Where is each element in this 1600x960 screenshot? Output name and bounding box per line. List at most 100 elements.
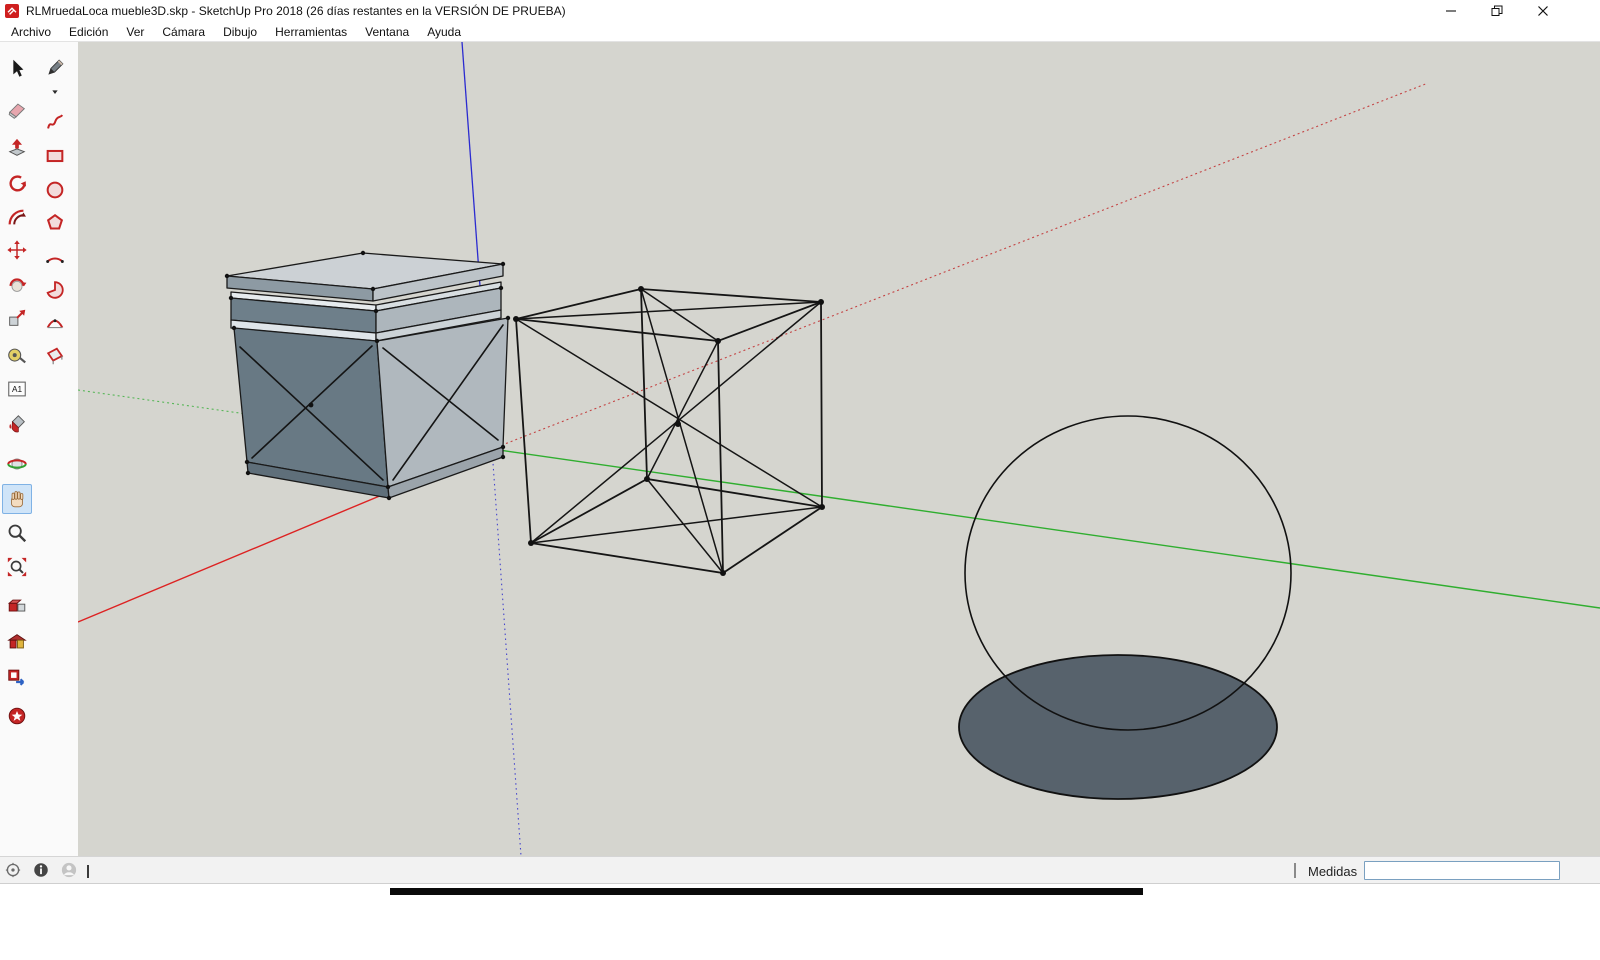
minimize-icon-glyph bbox=[1445, 5, 1457, 17]
minimize-button[interactable] bbox=[1428, 0, 1474, 22]
pushpull-tool[interactable] bbox=[2, 133, 32, 163]
menu-herramientas[interactable]: Herramientas bbox=[266, 23, 356, 41]
zoom-tool[interactable] bbox=[2, 518, 32, 548]
extension-warehouse-tool-glyph bbox=[6, 705, 28, 727]
status-caret bbox=[87, 865, 89, 878]
text-tool[interactable]: A1 bbox=[2, 374, 32, 404]
signin-icon-glyph bbox=[60, 861, 78, 879]
zoom-tool-glyph bbox=[6, 522, 28, 544]
circle-tool[interactable] bbox=[40, 175, 70, 205]
pan-tool-glyph bbox=[6, 488, 28, 510]
sketchup-logo-icon bbox=[4, 3, 20, 19]
send-to-layout-tool-glyph bbox=[6, 666, 28, 688]
line-tool-dropdown[interactable] bbox=[47, 87, 63, 97]
viewport-3d[interactable] bbox=[78, 42, 1600, 856]
window-title: RLMruedaLoca mueble3D.skp - SketchUp Pro… bbox=[26, 4, 566, 18]
blue-axis-dotted bbox=[492, 449, 521, 856]
polygon-tool-glyph bbox=[44, 212, 66, 234]
info-icon[interactable] bbox=[32, 861, 52, 881]
rotate-tool-glyph bbox=[6, 274, 28, 296]
section-plane-tool-glyph bbox=[44, 345, 66, 367]
text-tool-glyph: A1 bbox=[6, 378, 28, 400]
paint-bucket-tool-glyph bbox=[6, 413, 28, 435]
info-icon-glyph bbox=[32, 861, 50, 879]
orbit-tool-glyph bbox=[6, 453, 28, 475]
two-point-arc-tool-glyph bbox=[44, 312, 66, 334]
red-axis-dotted bbox=[492, 83, 1428, 449]
menu-dibujo[interactable]: Dibujo bbox=[214, 23, 266, 41]
freehand-tool[interactable] bbox=[40, 107, 70, 137]
menu-ayuda[interactable]: Ayuda bbox=[418, 23, 470, 41]
orbit-tool[interactable] bbox=[2, 449, 32, 479]
tool-panel: A1 bbox=[0, 42, 78, 856]
arc-tool[interactable] bbox=[40, 241, 70, 271]
zoom-extents-tool-glyph bbox=[6, 556, 28, 578]
tape-measure-tool[interactable] bbox=[2, 341, 32, 371]
rectangle-tool-glyph bbox=[44, 145, 66, 167]
window-controls bbox=[1428, 0, 1566, 22]
move-tool[interactable] bbox=[2, 235, 32, 265]
shadow-ellipse[interactable] bbox=[959, 655, 1277, 799]
geolocation-icon[interactable] bbox=[4, 861, 24, 881]
move-tool-glyph bbox=[6, 239, 28, 261]
title-bar: RLMruedaLoca mueble3D.skp - SketchUp Pro… bbox=[0, 0, 1600, 22]
line-tool-dropdown-glyph bbox=[48, 88, 62, 96]
close-icon-glyph bbox=[1537, 5, 1549, 17]
menu-edicion[interactable]: Edición bbox=[60, 23, 117, 41]
restore-icon-glyph bbox=[1491, 5, 1503, 17]
rotate-tool[interactable] bbox=[2, 270, 32, 300]
menubar: ArchivoEdiciónVerCámaraDibujoHerramienta… bbox=[0, 22, 1600, 42]
polygon-tool[interactable] bbox=[40, 208, 70, 238]
followme-tool-glyph bbox=[6, 173, 28, 195]
cube-vertex-dots bbox=[513, 286, 825, 576]
svg-text:A1: A1 bbox=[12, 385, 23, 394]
arc-tool-glyph bbox=[44, 245, 66, 267]
scale-tool[interactable] bbox=[2, 303, 32, 333]
green-axis bbox=[492, 449, 1600, 608]
geolocation-icon-glyph bbox=[4, 861, 22, 879]
send-to-layout-tool[interactable] bbox=[2, 662, 32, 692]
cube-diagonals[interactable] bbox=[516, 289, 822, 573]
select-tool-glyph bbox=[6, 57, 28, 79]
measurements-toolbar-grip[interactable] bbox=[1294, 863, 1296, 878]
pan-tool[interactable] bbox=[2, 484, 32, 514]
warehouse-3d-tool[interactable] bbox=[2, 627, 32, 657]
menu-archivo[interactable]: Archivo bbox=[2, 23, 60, 41]
freehand-tool-glyph bbox=[44, 111, 66, 133]
line-tool[interactable] bbox=[40, 53, 70, 83]
components-tool[interactable] bbox=[2, 591, 32, 621]
followme-tool[interactable] bbox=[2, 169, 32, 199]
close-button[interactable] bbox=[1520, 0, 1566, 22]
pie-tool-glyph bbox=[44, 279, 66, 301]
tape-measure-tool-glyph bbox=[6, 345, 28, 367]
menu-ventana[interactable]: Ventana bbox=[356, 23, 418, 41]
measurements-label: Medidas bbox=[1308, 857, 1357, 885]
two-point-arc-tool[interactable] bbox=[40, 308, 70, 338]
rectangle-tool[interactable] bbox=[40, 141, 70, 171]
desktop-area bbox=[0, 885, 1600, 960]
warehouse-3d-tool-glyph bbox=[6, 631, 28, 653]
section-plane-tool[interactable] bbox=[40, 341, 70, 371]
line-tool-glyph bbox=[44, 57, 66, 79]
circle-tool-glyph bbox=[44, 179, 66, 201]
extension-warehouse-tool[interactable] bbox=[2, 701, 32, 731]
offset-tool-glyph bbox=[6, 207, 28, 229]
zoom-extents-tool[interactable] bbox=[2, 552, 32, 582]
paint-bucket-tool[interactable] bbox=[2, 409, 32, 439]
taskbar-fragment bbox=[390, 888, 1143, 895]
pushpull-tool-glyph bbox=[6, 137, 28, 159]
status-bar: Medidas bbox=[0, 856, 1600, 884]
eraser-tool[interactable] bbox=[2, 95, 32, 125]
select-tool[interactable] bbox=[2, 53, 32, 83]
scale-tool-glyph bbox=[6, 307, 28, 329]
measurements-input[interactable] bbox=[1364, 861, 1560, 880]
pie-tool[interactable] bbox=[40, 275, 70, 305]
menu-camara[interactable]: Cámara bbox=[153, 23, 214, 41]
wireframe-cube[interactable] bbox=[513, 286, 825, 576]
signin-icon[interactable] bbox=[60, 861, 80, 881]
offset-tool[interactable] bbox=[2, 203, 32, 233]
components-tool-glyph bbox=[6, 595, 28, 617]
menu-ver[interactable]: Ver bbox=[117, 23, 153, 41]
restore-button[interactable] bbox=[1474, 0, 1520, 22]
furniture-model[interactable] bbox=[225, 251, 510, 500]
